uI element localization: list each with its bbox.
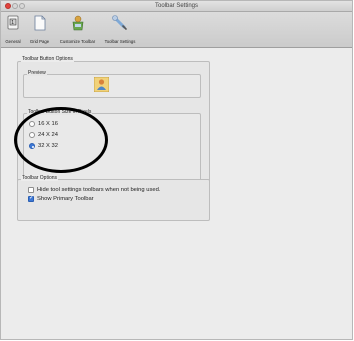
toolbar-button-options-label: Toolbar Button Options bbox=[21, 56, 74, 62]
title-bar: Toolbar Settings bbox=[1, 1, 352, 12]
toolbar-item-label: Toolbar Settings bbox=[104, 39, 136, 44]
toolbar-settings-icon bbox=[112, 15, 127, 30]
toolbar-item-customize-toolbar[interactable]: Customize Toolbar bbox=[57, 14, 98, 46]
toolbar-options-label: Toolbar Options bbox=[21, 175, 59, 181]
highlight-circle-annotation bbox=[14, 107, 108, 173]
preferences-toolbar: 1 General Grid Page Customize Toolbar To… bbox=[1, 12, 352, 48]
show-primary-toolbar-checkbox[interactable] bbox=[28, 194, 34, 202]
checkbox-label: Hide tool settings toolbars when not bei… bbox=[37, 187, 161, 193]
toolbar-item-label: Customize Toolbar bbox=[59, 39, 96, 44]
settings-window: Toolbar Settings 1 General Grid Page Cus… bbox=[0, 0, 353, 340]
preview-label: Preview bbox=[27, 70, 47, 76]
general-icon: 1 bbox=[7, 15, 19, 30]
preview-group bbox=[23, 74, 201, 98]
hide-tool-settings-option[interactable]: Hide tool settings toolbars when not bei… bbox=[28, 186, 160, 194]
toolbar-item-grid-page[interactable]: Grid Page bbox=[26, 14, 53, 46]
hide-tool-settings-checkbox[interactable] bbox=[28, 187, 34, 193]
svg-text:1: 1 bbox=[11, 20, 14, 26]
toolbar-item-toolbar-settings[interactable]: Toolbar Settings bbox=[101, 14, 139, 46]
show-primary-toolbar-option[interactable]: Show Primary Toolbar bbox=[28, 194, 94, 203]
customize-toolbar-icon bbox=[72, 15, 83, 31]
window-title: Toolbar Settings bbox=[154, 3, 199, 9]
toolbar-item-label: General bbox=[5, 39, 21, 44]
preview-button-icon bbox=[94, 77, 109, 92]
checkbox-label: Show Primary Toolbar bbox=[37, 196, 94, 202]
toolbar-item-label: Grid Page bbox=[29, 39, 50, 44]
toolbar-item-general[interactable]: 1 General bbox=[1, 14, 25, 46]
grid-page-icon bbox=[34, 15, 45, 31]
